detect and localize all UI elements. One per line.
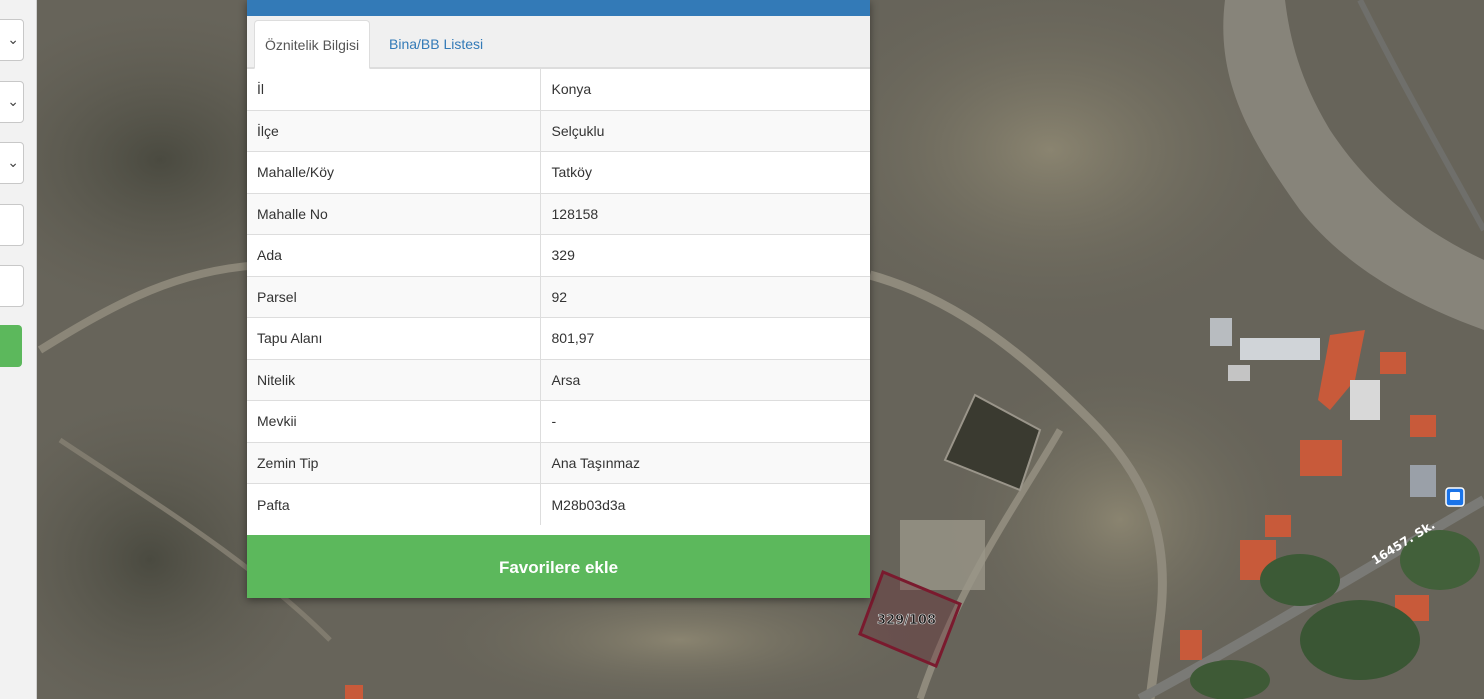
parcel-label: 329/108 [877,613,936,628]
table-row: İl Konya [247,68,870,110]
attribute-key: İl [247,68,541,110]
table-row: Nitelik Arsa [247,358,870,401]
popup-header [247,0,870,16]
attribute-key: Parsel [247,275,541,318]
attribute-key: Mahalle/Köy [247,151,541,193]
attribute-key: Ada [247,234,541,276]
filter-input-1[interactable] [0,204,24,246]
bus-stop-icon[interactable] [1445,487,1465,507]
add-favorite-button[interactable]: Favorilere ekle [247,535,870,598]
attribute-value: 128158 [540,192,870,235]
table-row: Mevkii - [247,400,870,442]
attribute-key: Mahalle No [247,192,541,235]
table-row: Tapu Alanı 801,97 [247,317,870,359]
parcel-info-popup: Öznitelik Bilgisi Bina/BB Listesi İl Kony… [247,0,870,598]
attribute-key: Tapu Alanı [247,317,541,359]
attribute-value: 329 [540,234,870,276]
attribute-value: 801,97 [540,317,870,359]
tab-building-list[interactable]: Bina/BB Listesi [379,20,493,67]
attribute-value: Tatköy [540,151,870,193]
tab-attribute-info[interactable]: Öznitelik Bilgisi [254,20,371,69]
table-row: Mahalle/Köy Tatköy [247,151,870,193]
attribute-value: Konya [540,68,870,110]
attribute-key: Mevkii [247,400,541,442]
table-row: Mahalle No 128158 [247,192,870,235]
attribute-value: Selçuklu [540,109,870,152]
attribute-key: İlçe [247,109,541,152]
attribute-value: Arsa [540,358,870,401]
popup-tabs: Öznitelik Bilgisi Bina/BB Listesi [247,16,870,69]
chevron-down-icon: ⌄ [7,154,19,170]
left-sidebar: ⌄ ⌄ ⌄ [0,0,37,699]
attribute-key: Nitelik [247,358,541,401]
attribute-value: - [540,400,870,442]
table-row: İlçe Selçuklu [247,109,870,152]
table-row: Ada 329 [247,234,870,276]
query-button[interactable] [0,325,22,367]
attribute-value: 92 [540,275,870,318]
filter-select-2[interactable]: ⌄ [0,81,24,123]
table-row: Parsel 92 [247,275,870,318]
filter-select-3[interactable]: ⌄ [0,142,24,184]
attribute-table: İl Konya İlçe Selçuklu Mahalle/Köy Tatköy Maha… [247,68,870,525]
attribute-value: Ana Taşınmaz [540,441,870,484]
chevron-down-icon: ⌄ [7,93,19,109]
attribute-key: Zemin Tip [247,441,541,484]
table-row: Zemin Tip Ana Taşınmaz [247,441,870,484]
filter-select-1[interactable]: ⌄ [0,19,24,61]
attribute-key: Pafta [247,483,541,525]
attribute-value: M28b03d3a [540,483,870,525]
filter-input-2[interactable] [0,265,24,307]
table-row: Pafta M28b03d3a [247,483,870,525]
chevron-down-icon: ⌄ [7,31,19,47]
